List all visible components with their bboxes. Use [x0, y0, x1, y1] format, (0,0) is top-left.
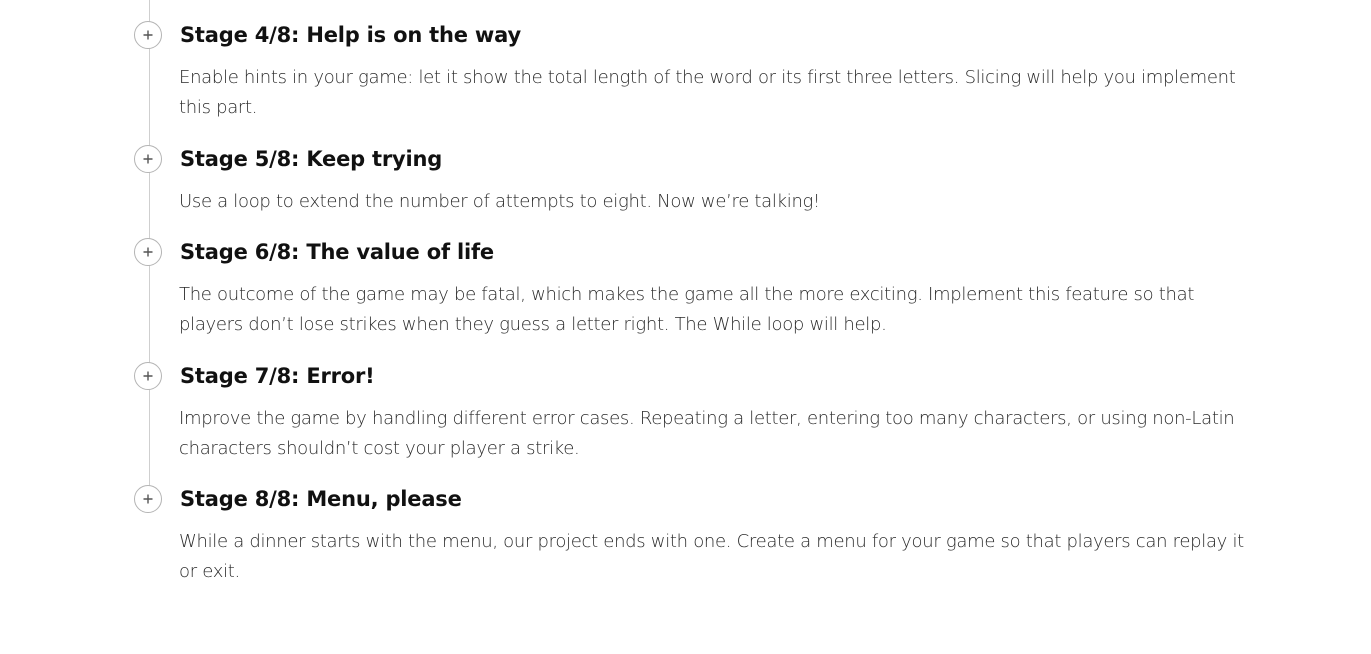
stage-description: Improve the game by handling different e… — [179, 408, 1235, 459]
plus-icon — [143, 371, 153, 381]
expand-stage-8-button[interactable] — [134, 485, 162, 513]
plus-icon — [143, 154, 153, 164]
stage-title[interactable]: Stage 4/8: Help is on the way — [180, 21, 521, 49]
expand-stage-5-button[interactable] — [134, 145, 162, 173]
expand-stage-4-button[interactable] — [134, 21, 162, 49]
stage-title[interactable]: Stage 8/8: Menu, please — [180, 485, 462, 513]
plus-icon — [143, 494, 153, 504]
stage-title[interactable]: Stage 7/8: Error! — [180, 362, 375, 390]
expand-stage-7-button[interactable] — [134, 362, 162, 390]
plus-icon — [143, 30, 153, 40]
stage-description: Enable hints in your game: let it show t… — [179, 67, 1236, 118]
stage-title[interactable]: Stage 6/8: The value of life — [180, 238, 494, 266]
expand-stage-6-button[interactable] — [134, 238, 162, 266]
stage-description: While a dinner starts with the menu, our… — [179, 531, 1244, 582]
stage-description: The outcome of the game may be fatal, wh… — [179, 284, 1195, 335]
stage-description: Use a loop to extend the number of attem… — [179, 191, 820, 212]
plus-icon — [143, 247, 153, 257]
stages-timeline: Stage 4/8: Help is on the way Enable hin… — [0, 0, 1371, 654]
stage-title[interactable]: Stage 5/8: Keep trying — [180, 145, 442, 173]
